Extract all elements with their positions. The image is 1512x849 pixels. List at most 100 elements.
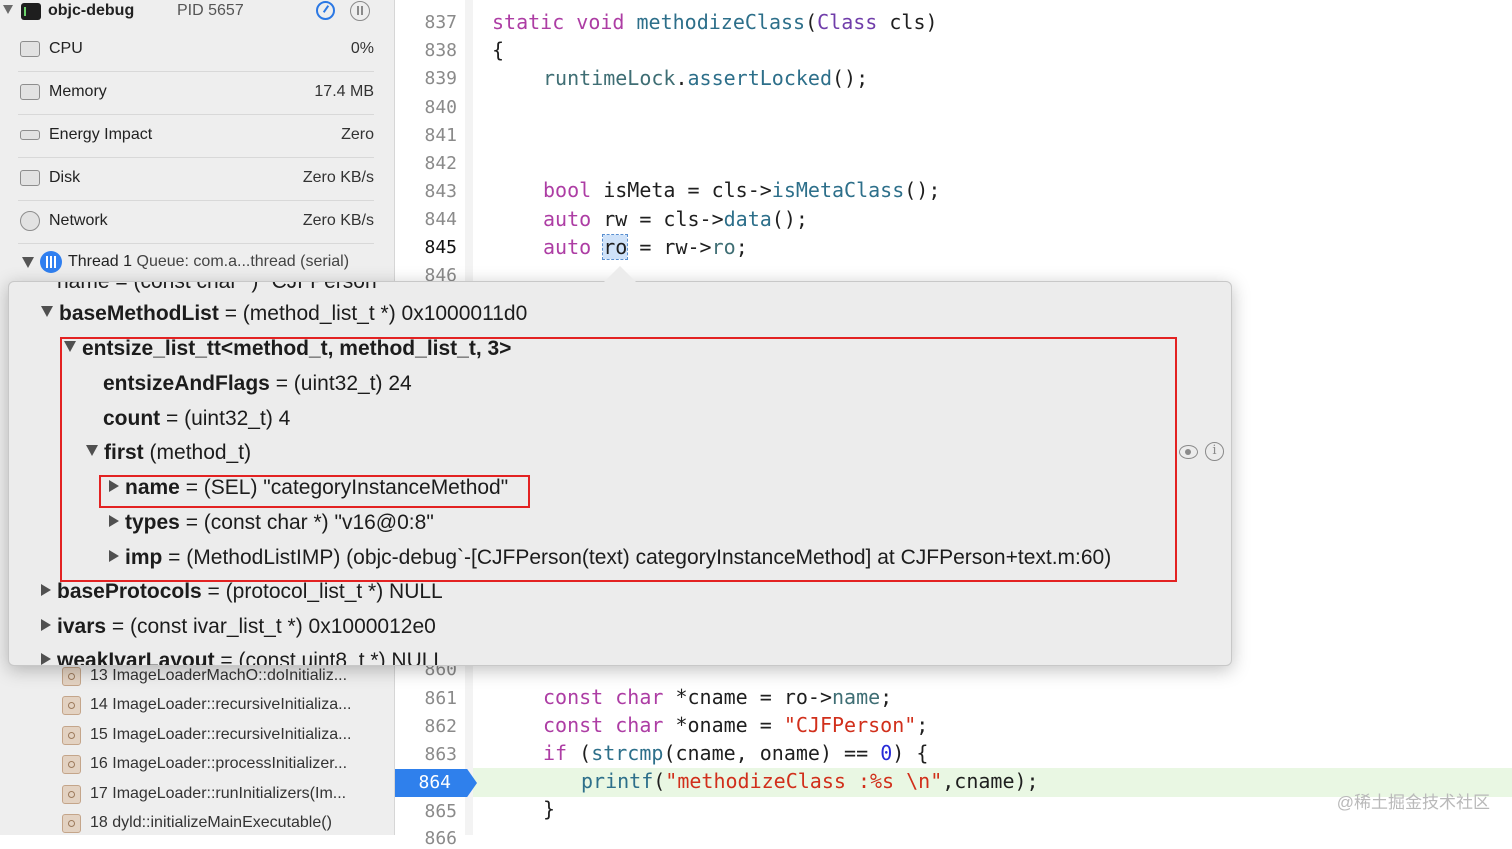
value-text: = (const ivar_list_t *) 0x1000012e0 [106, 615, 436, 638]
value-row-first[interactable]: first (method_t) [86, 441, 251, 473]
value-row-imp[interactable]: imp = (MethodListIMP) (objc-debug`-[CJFP… [109, 546, 1111, 578]
globe-icon [20, 211, 40, 231]
frame-gear-icon [62, 667, 81, 686]
code-token: if [543, 741, 568, 765]
code-line[interactable]: const char *cname = ro->name; [543, 685, 892, 709]
gauge-memory[interactable]: Memory 17.4 MB [18, 71, 374, 115]
code-token: rw = cls-> [591, 207, 724, 231]
terminal-icon [21, 3, 41, 20]
value-row-basemethodlist[interactable]: baseMethodList = (method_list_t *) 0x100… [41, 302, 527, 334]
code-token: "CJFPerson" [783, 713, 917, 737]
stack-frame[interactable]: 16 ImageLoader::processInitializer... [62, 750, 392, 779]
gauge-network[interactable]: Network Zero KB/s [18, 200, 374, 244]
value-row-entsizeandflags[interactable]: entsizeAndFlags = (uint32_t) 24 [103, 372, 412, 404]
code-line[interactable]: printf("methodizeClass :%s \n",cname); [581, 769, 1039, 793]
disclosure-right-icon[interactable] [41, 584, 51, 596]
value-row-sel-name[interactable]: name = (SEL) "categoryInstanceMethod" [109, 476, 508, 508]
stack-frame-label: 14 ImageLoader::recursiveInitializa... [90, 696, 352, 713]
code-line[interactable]: { [492, 38, 504, 62]
info-icon[interactable]: i [1205, 442, 1224, 461]
line-number: 843 [424, 181, 457, 202]
disclosure-right-icon[interactable] [109, 515, 119, 527]
disclosure-down-icon[interactable] [64, 341, 76, 352]
code-token: static void [492, 10, 625, 34]
code-line[interactable]: if (strcmp(cname, oname) == 0) { [543, 741, 928, 765]
pause-thread-icon[interactable] [350, 1, 370, 21]
stack-frame[interactable]: 17 ImageLoader::runInitializers(Im... [62, 780, 392, 809]
code-line[interactable]: auto rw = cls->data(); [543, 207, 808, 231]
value-row-ivars[interactable]: ivars = (const ivar_list_t *) 0x1000012e… [41, 615, 436, 647]
line-number: 837 [424, 12, 457, 33]
line-number: 841 [424, 125, 457, 146]
gauge-value: Zero KB/s [302, 169, 374, 186]
value-name: types [125, 511, 180, 534]
gauge-label: Energy Impact [49, 126, 153, 143]
code-token: (); [904, 178, 941, 202]
stack-frame[interactable]: 15 ImageLoader::recursiveInitializa... [62, 721, 392, 750]
quick-look-eye-icon[interactable] [1179, 445, 1198, 459]
code-token: methodizeClass [636, 10, 806, 34]
code-line[interactable]: const char *oname = "CJFPerson"; [543, 713, 928, 737]
value-row-count[interactable]: count = (uint32_t) 4 [103, 407, 290, 439]
code-line[interactable]: } [543, 797, 555, 821]
code-token: data [723, 207, 772, 231]
code-line[interactable]: static void methodizeClass(Class cls) [492, 10, 938, 34]
code-token: auto [543, 207, 592, 231]
frame-gear-icon [62, 814, 81, 833]
frame-gear-icon [62, 726, 81, 745]
value-row-types[interactable]: types = (const char *) "v16@0:8" [109, 511, 434, 543]
disclosure-down-icon[interactable] [86, 445, 98, 456]
code-token: cls) [877, 10, 938, 34]
value-text: = (protocol_list_t *) NULL [201, 580, 443, 603]
disclosure-triangle-icon[interactable] [22, 257, 34, 268]
stack-frame[interactable]: 13 ImageLoaderMachO::doInitializ... [62, 662, 392, 691]
value-row-name-cut[interactable]: name = (const char *) "CJFPerson" [57, 282, 384, 302]
value-row-entsize[interactable]: entsize_list_tt<method_t, method_list_t,… [64, 337, 511, 369]
gauge-value: Zero KB/s [302, 212, 374, 229]
code-line[interactable]: bool isMeta = cls->isMetaClass(); [543, 178, 940, 202]
code-token: ) { [892, 741, 929, 765]
code-token: { [492, 38, 505, 62]
code-token: . [675, 66, 688, 90]
gauge-label: Memory [49, 83, 107, 100]
gauge-label: Network [49, 212, 108, 229]
process-row[interactable]: objc-debug PID 5657 [0, 0, 394, 24]
code-token: "methodizeClass :%s \n" [665, 769, 943, 793]
thread-label: Thread 1 [68, 253, 133, 270]
value-name: baseProtocols [57, 580, 202, 603]
hovered-variable-ro[interactable]: ro [602, 234, 629, 260]
code-token: ; [735, 235, 748, 259]
disclosure-right-icon[interactable] [109, 480, 119, 492]
code-line[interactable]: auto ro = rw->ro; [543, 234, 748, 260]
watermark: @稀土掘金技术社区 [1336, 793, 1490, 812]
thread-row[interactable]: Thread 1 Queue: com.a...thread (serial) [0, 247, 394, 277]
gauge-cpu[interactable]: CPU 0% [18, 28, 374, 72]
line-number: 863 [424, 744, 457, 765]
value-name: name [125, 476, 180, 499]
disclosure-down-icon[interactable] [41, 306, 53, 317]
stack-frame[interactable]: 18 dyld::initializeMainExecutable() [62, 809, 392, 838]
disclosure-right-icon[interactable] [109, 550, 119, 562]
value-row-baseprotocols[interactable]: baseProtocols = (protocol_list_t *) NULL [41, 580, 443, 612]
variable-inspector-popover[interactable]: name = (const char *) "CJFPerson" baseMe… [8, 281, 1232, 666]
disclosure-right-icon[interactable] [41, 653, 51, 665]
gauge-label: Disk [49, 169, 81, 186]
gauge-icon[interactable] [316, 1, 335, 20]
code-token: ( [805, 10, 818, 34]
code-token: (cname, oname) == [663, 741, 881, 765]
code-token: const char [543, 685, 664, 709]
value-text: = (uint32_t) 4 [160, 407, 291, 430]
stack-frame[interactable]: 14 ImageLoader::recursiveInitializa... [62, 691, 392, 720]
gauge-energy[interactable]: Energy Impact Zero [18, 114, 374, 158]
value-text: = (method_list_t *) 0x1000011d0 [218, 302, 528, 325]
instruction-pointer-marker[interactable]: 864 [395, 769, 477, 797]
gauge-disk[interactable]: Disk Zero KB/s [18, 157, 374, 201]
disclosure-triangle-icon[interactable] [3, 5, 13, 14]
line-number: 842 [424, 153, 457, 174]
popover-caret [604, 266, 636, 282]
disclosure-right-icon[interactable] [41, 619, 51, 631]
code-line[interactable]: runtimeLock.assertLocked(); [543, 66, 868, 90]
value-name: ivars [57, 615, 107, 638]
code-token: 0 [880, 741, 893, 765]
value-row-weakivarlayout[interactable]: weakIvarLayout = (const uint8_t *) NULL [41, 649, 445, 665]
